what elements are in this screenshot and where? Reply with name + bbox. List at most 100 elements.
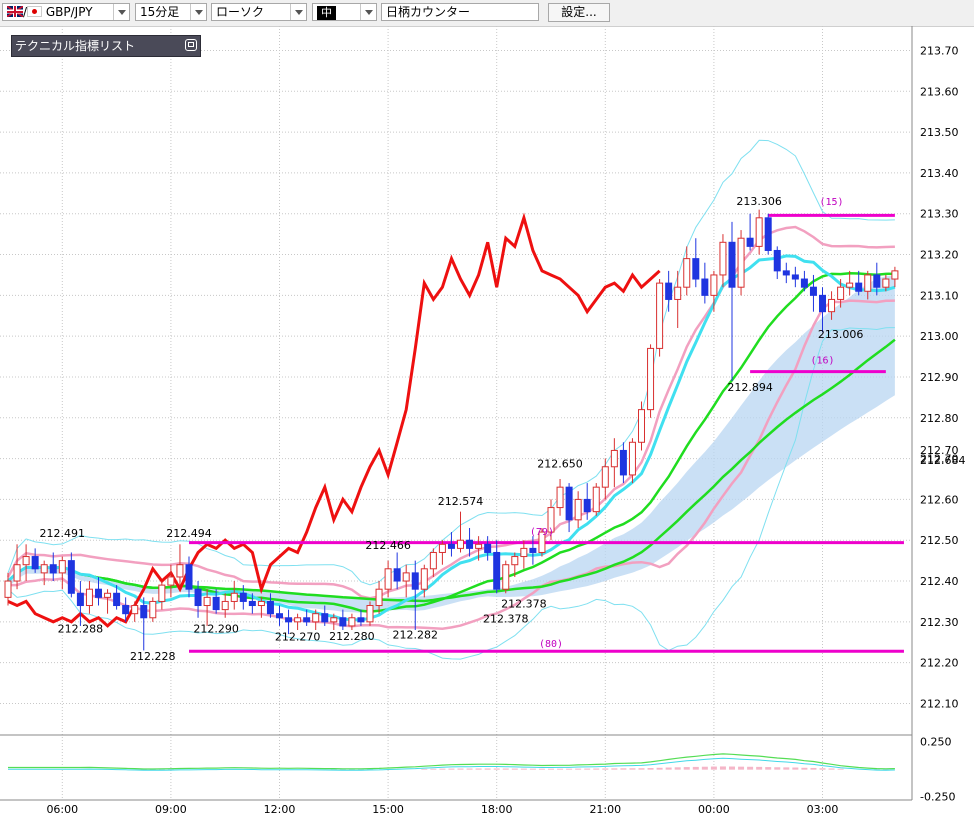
chevron-down-icon[interactable]: [290, 4, 306, 20]
oscillator-histogram-bar: [810, 767, 817, 770]
restore-window-icon[interactable]: [185, 39, 197, 51]
currency-pair-select[interactable]: / GBP/JPY: [2, 3, 130, 21]
chevron-down-icon[interactable]: [360, 4, 376, 20]
candle-up: [230, 592, 238, 602]
candle-up: [846, 282, 854, 288]
candle-down: [303, 617, 311, 623]
technical-indicator-list-panel[interactable]: テクニカル指標リスト: [11, 35, 201, 57]
oscillator-histogram-bar: [611, 768, 618, 770]
candle-up: [638, 409, 645, 443]
candle-down: [122, 605, 130, 615]
candle-up: [221, 600, 229, 611]
settings-button[interactable]: 設定...: [548, 3, 610, 22]
oscillator-histogram-bar: [439, 768, 446, 770]
price-tick-label: 212.80: [920, 412, 959, 425]
oscillator-histogram-bar: [620, 768, 627, 770]
oscillator-histogram-bar: [638, 768, 645, 770]
candle-up: [85, 588, 93, 607]
oscillator-tick-label: 0.250: [920, 736, 952, 749]
candle-up: [294, 617, 302, 623]
candle-up: [628, 441, 636, 476]
candle-up: [429, 551, 437, 570]
oscillator-histogram-bar: [747, 766, 754, 770]
candle-up: [375, 588, 383, 607]
time-tick-label: 18:00: [481, 803, 513, 815]
counter-input[interactable]: 日柄カウンター: [381, 3, 539, 21]
candle-up: [330, 617, 338, 623]
candle-up: [104, 592, 112, 598]
oscillator-histogram-bar: [529, 768, 536, 770]
oscillator-histogram-bar: [448, 768, 455, 770]
price-tick-label: 213.20: [920, 249, 959, 262]
candle-down: [782, 270, 790, 276]
candle-down: [185, 564, 193, 590]
time-tick-label: 21:00: [589, 803, 621, 815]
timeframe-select[interactable]: 15分足: [135, 3, 207, 21]
price-tick-label: 213.40: [920, 167, 959, 180]
candle-down: [266, 600, 274, 615]
price-annotation: 213.306: [736, 195, 782, 208]
chart-type-select[interactable]: ローソク: [211, 3, 307, 21]
oscillator-histogram-bar: [575, 768, 582, 770]
draw-tool-select[interactable]: 中: [312, 3, 377, 21]
candle-up: [22, 556, 30, 566]
candle-down: [194, 588, 202, 607]
candle-up: [131, 605, 139, 615]
candle-down: [31, 556, 39, 570]
oscillator-histogram-bar: [566, 768, 573, 770]
candle-down: [49, 564, 57, 574]
candle-down: [466, 539, 474, 549]
candle-up: [402, 572, 410, 582]
price-tick-label: 212.40: [920, 575, 959, 588]
oscillator-histogram-bar: [584, 768, 591, 770]
oscillator-histogram-bar: [557, 768, 564, 770]
price-annotation: 212.288: [58, 622, 104, 635]
oscillator-histogram-bar: [475, 768, 482, 770]
price-annotation: 212.290: [193, 622, 239, 635]
candle-up: [592, 486, 600, 513]
price-tick-label: 213.30: [920, 208, 959, 221]
candle-down: [819, 294, 826, 313]
time-tick-label: 15:00: [372, 803, 404, 815]
candle-down: [113, 592, 121, 607]
candle-down: [447, 543, 455, 549]
oscillator-histogram-bar: [511, 768, 518, 770]
candle-up: [502, 564, 510, 590]
candle-up: [257, 600, 265, 607]
price-annotation: 212.378: [501, 598, 547, 611]
candle-up: [737, 237, 745, 288]
candle-up: [719, 241, 727, 276]
candle-up: [610, 449, 618, 468]
candle-down: [357, 617, 365, 623]
chevron-down-icon[interactable]: [190, 4, 206, 20]
candle-up: [574, 498, 582, 521]
candle-up: [40, 564, 48, 574]
candle-down: [276, 613, 283, 619]
candle-up: [58, 560, 66, 574]
candle-down: [493, 551, 501, 590]
price-tick-label: 212.60: [920, 493, 959, 506]
price-chart[interactable]: 212.491 212.494 212.288 212.228 212.290 212.2…: [0, 26, 974, 815]
candle-down: [773, 249, 781, 272]
current-price-label: 212.684: [920, 454, 966, 467]
oscillator-histogram-bar: [783, 767, 790, 770]
candle-up: [601, 466, 609, 488]
time-tick-label: 03:00: [807, 803, 839, 815]
oscillator-histogram-bar: [502, 768, 509, 770]
candle-up: [203, 596, 211, 607]
candle-up: [149, 600, 157, 619]
bar-count-label: (16): [810, 356, 834, 367]
candle-up: [891, 270, 899, 280]
time-axis: 06:00 09:00 12:00 15:00 18:00 21:00 00:00 03:00: [0, 799, 912, 815]
candle-down: [728, 241, 736, 288]
oscillator-histogram-bar: [421, 768, 428, 770]
candle-up: [366, 605, 374, 623]
price-annotation: 212.574: [438, 495, 484, 508]
price-annotation: 212.378: [483, 613, 529, 626]
price-tick-label: 212.10: [920, 697, 959, 710]
chevron-down-icon[interactable]: [113, 4, 129, 20]
price-tick-label: 213.70: [920, 44, 959, 57]
candle-up: [837, 286, 845, 300]
candle-down: [665, 282, 673, 300]
oscillator-histogram-bar: [593, 768, 600, 770]
